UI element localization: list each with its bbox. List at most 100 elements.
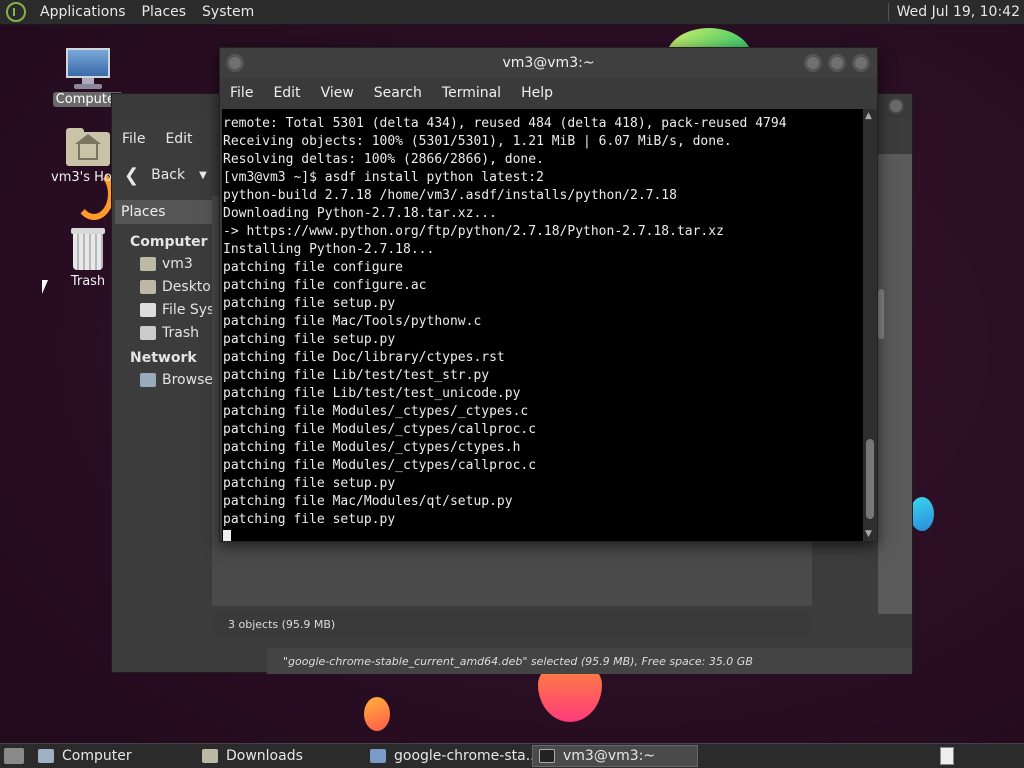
close-icon[interactable] [888, 98, 904, 114]
top-panel: Applications Places System Wed Jul 19, 1… [0, 0, 1024, 25]
task-downloads[interactable]: Downloads [196, 745, 360, 767]
maximize-icon[interactable] [828, 54, 846, 72]
file-manager-menubar: File Edit [112, 124, 222, 154]
terminal-window[interactable]: vm3@vm3:~ File Edit View Search Terminal… [219, 47, 878, 542]
fm-menu-edit[interactable]: Edit [155, 131, 202, 147]
terminal-line: patching file Lib/test/test_unicode.py [223, 386, 521, 401]
term-menu-edit[interactable]: Edit [263, 85, 310, 101]
status-bar: 3 objects (95.9 MB) [212, 611, 812, 637]
home-folder-icon [140, 256, 156, 271]
window-menu-icon[interactable] [226, 54, 244, 72]
terminal-menubar: File Edit View Search Terminal Help [220, 78, 877, 108]
scrollbar-thumb[interactable] [878, 289, 884, 339]
task-label: Downloads [226, 748, 303, 764]
wallpaper-blob [364, 697, 390, 731]
sidebar-item-desktop[interactable]: Desktop [112, 275, 222, 298]
terminal-line: Receiving objects: 100% (5301/5301), 1.2… [223, 134, 732, 149]
scroll-up-icon[interactable]: ▲ [865, 111, 872, 121]
terminal-line: patching file configure [223, 260, 404, 275]
task-google-chrome-deb[interactable]: google-chrome-sta... [364, 745, 539, 767]
terminal-line: patching file configure.ac [223, 278, 427, 293]
file-manager-toolbar: ❮ Back ▼ [112, 158, 222, 192]
terminal-line: -> https://www.python.org/ftp/python/2.7… [223, 224, 724, 239]
menu-system[interactable]: System [194, 4, 262, 20]
fm-right-panel [878, 154, 912, 614]
terminal-line: Resolving deltas: 100% (2866/2866), done… [223, 152, 544, 167]
sidebar-item-trash[interactable]: Trash [112, 321, 222, 344]
sidebar-section-network: Network [130, 350, 197, 366]
computer-monitor-icon [64, 46, 112, 90]
terminal-line: python-build 2.7.18 /home/vm3/.asdf/inst… [223, 188, 677, 203]
sidebar-item-browse-network[interactable]: Browse Network [112, 368, 222, 391]
show-desktop-icon[interactable] [4, 748, 24, 764]
task-terminal[interactable]: vm3@vm3:~ [532, 745, 698, 767]
terminal-line: patching file Modules/_ctypes/ctypes.h [223, 440, 521, 455]
wallpaper-blob [910, 497, 934, 531]
minimize-icon[interactable] [804, 54, 822, 72]
terminal-line: patching file Modules/_ctypes/callproc.c [223, 458, 537, 473]
terminal-output[interactable]: remote: Total 5301 (delta 434), reused 4… [222, 109, 863, 541]
fm-menu-file[interactable]: File [112, 131, 155, 147]
task-computer[interactable]: Computer [32, 745, 192, 767]
trash-icon [69, 226, 107, 272]
term-menu-view[interactable]: View [311, 85, 364, 101]
sidebar-item-file-system[interactable]: File System [112, 298, 222, 321]
terminal-line: patching file setup.py [223, 332, 396, 347]
status-objects: 3 objects (95.9 MB) [228, 617, 336, 631]
sidebar-item-vm3[interactable]: vm3 [112, 252, 222, 275]
places-selector[interactable]: Places [115, 200, 223, 224]
task-label: google-chrome-sta... [394, 748, 540, 764]
text-cursor-icon [223, 529, 231, 541]
terminal-line: patching file setup.py [223, 512, 396, 527]
term-menu-search[interactable]: Search [364, 85, 432, 101]
scrollbar-thumb[interactable] [866, 439, 874, 519]
terminal-scrollbar[interactable]: ▲ ▼ [863, 109, 877, 541]
terminal-line: Installing Python-2.7.18... [223, 242, 435, 257]
menu-places[interactable]: Places [134, 4, 195, 20]
notes-applet-icon[interactable] [940, 747, 954, 765]
terminal-line: patching file Lib/test/test_str.py [223, 368, 490, 383]
folder-icon [202, 749, 218, 763]
term-menu-file[interactable]: File [220, 85, 263, 101]
sidebar-item-label: Trash [162, 324, 199, 341]
term-menu-terminal[interactable]: Terminal [432, 85, 511, 101]
back-button[interactable]: Back [151, 167, 185, 183]
package-icon [370, 749, 386, 763]
places-sidebar: Computer vm3 Desktop File System Trash N… [112, 228, 222, 391]
menu-applications[interactable]: Applications [32, 4, 134, 20]
task-label: vm3@vm3:~ [563, 748, 656, 764]
terminal-line: [vm3@vm3 ~]$ asdf install python latest:… [223, 170, 544, 185]
status-bar-selection: "google-chrome-stable_current_amd64.deb"… [267, 648, 912, 674]
terminal-line: patching file setup.py [223, 476, 396, 491]
trash-icon [140, 325, 156, 340]
terminal-line: patching file Mac/Modules/qt/setup.py [223, 494, 513, 509]
clock-label: Wed Jul 19, 10:42 [896, 4, 1020, 20]
bottom-taskbar: Computer Downloads google-chrome-sta... … [0, 743, 1024, 768]
terminal-title: vm3@vm3:~ [502, 55, 595, 71]
sidebar-section-computer: Computer [130, 234, 208, 250]
sidebar-item-label: vm3 [162, 255, 193, 272]
term-menu-help[interactable]: Help [511, 85, 563, 101]
network-icon [140, 372, 156, 387]
scroll-down-icon[interactable]: ▼ [865, 529, 872, 539]
drive-icon [140, 302, 156, 317]
terminal-line: patching file Modules/_ctypes/callproc.c [223, 422, 537, 437]
terminal-line: patching file setup.py [223, 296, 396, 311]
computer-icon [38, 749, 54, 763]
desktop-folder-icon [140, 279, 156, 294]
terminal-icon [539, 749, 555, 763]
terminal-line: patching file Mac/Tools/pythonw.c [223, 314, 482, 329]
clock[interactable]: Wed Jul 19, 10:42 [887, 3, 1020, 21]
places-label: Places [121, 204, 166, 220]
terminal-titlebar[interactable]: vm3@vm3:~ [220, 48, 877, 78]
distro-logo-icon[interactable] [6, 2, 26, 22]
status-selected: "google-chrome-stable_current_amd64.deb"… [283, 654, 753, 668]
close-icon[interactable] [852, 54, 870, 72]
desktop-icon-label: Trash [70, 274, 106, 289]
terminal-prompt-line [223, 529, 863, 541]
terminal-line: Downloading Python-2.7.18.tar.xz... [223, 206, 497, 221]
mouse-pointer-icon [42, 280, 48, 294]
chevron-down-icon[interactable]: ▼ [199, 170, 207, 181]
back-arrow-icon[interactable]: ❮ [124, 165, 139, 186]
task-label: Computer [62, 748, 132, 764]
